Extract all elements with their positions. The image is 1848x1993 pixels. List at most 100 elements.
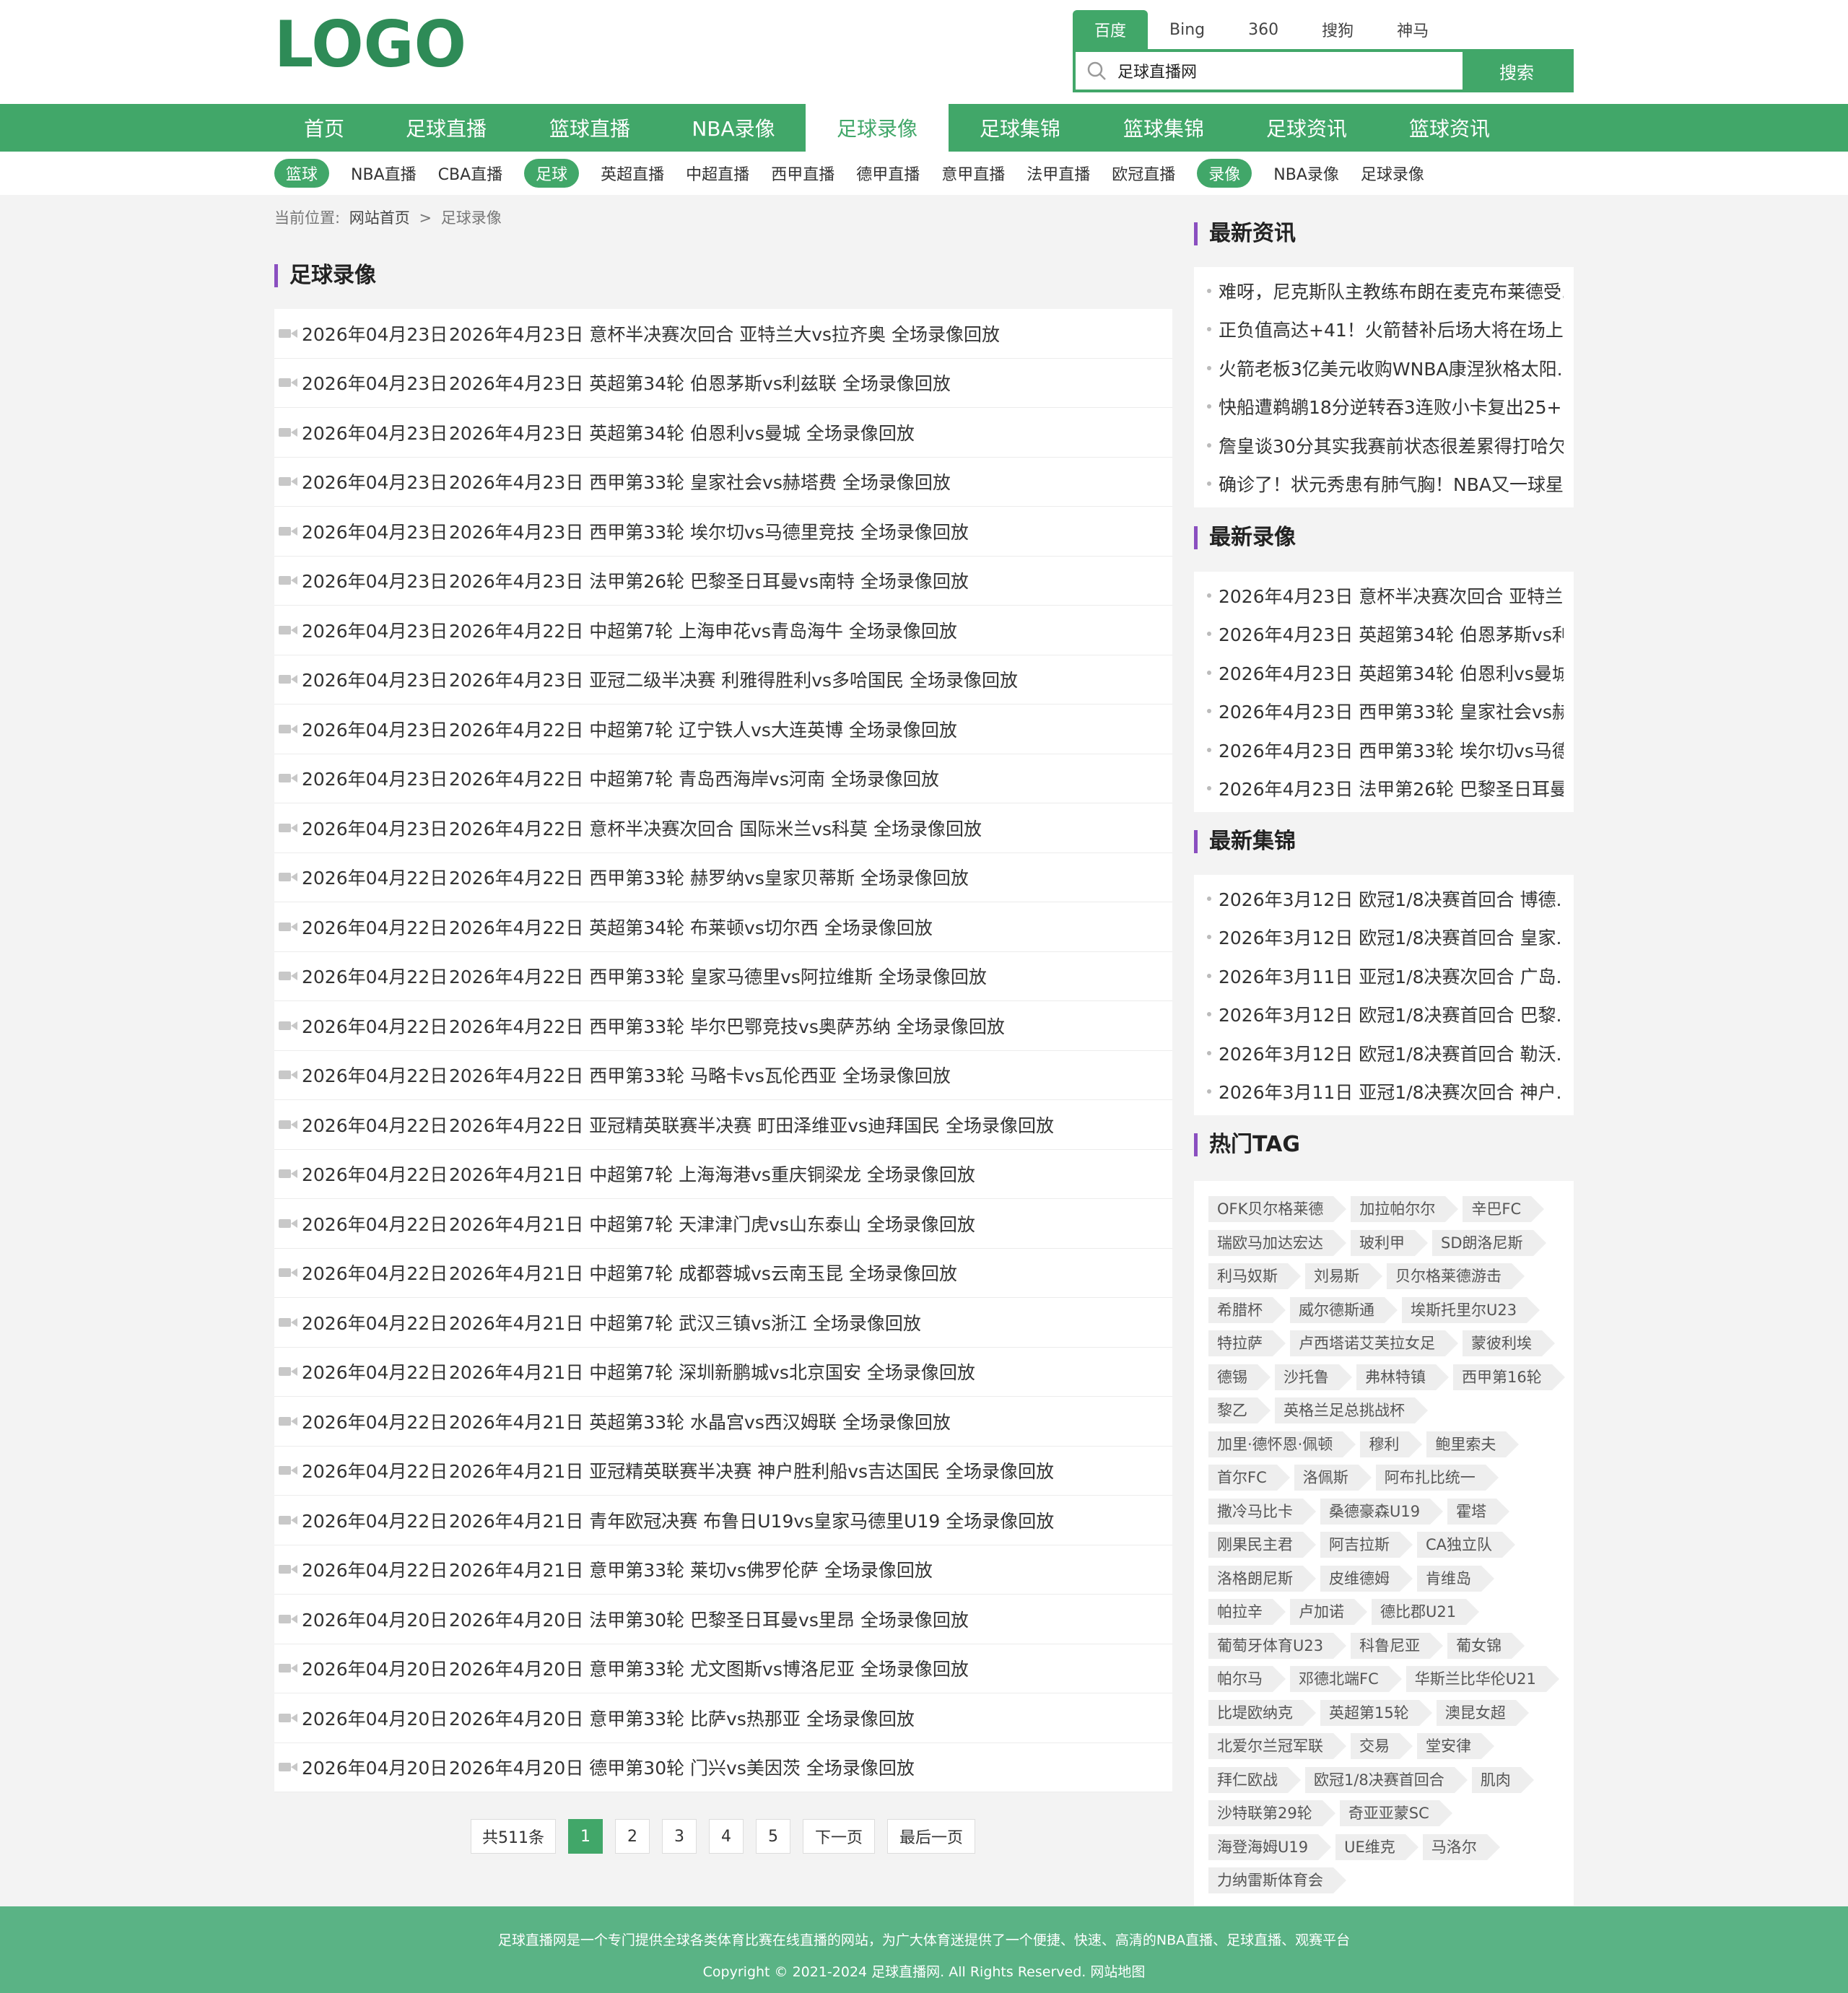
hot-tag[interactable]: CA独立队 xyxy=(1417,1532,1516,1558)
hot-tag[interactable]: 英超第15轮 xyxy=(1320,1699,1432,1726)
video-title[interactable]: 2026年4月23日 亚冠二级半决赛 利雅得胜利vs多哈国民 全场录像回放 xyxy=(449,666,1018,692)
hot-tag[interactable]: 希腊杯 xyxy=(1208,1296,1286,1323)
hot-tag[interactable]: 北爱尔兰冠军联 xyxy=(1208,1733,1346,1760)
sidebar-list-item[interactable]: 2026年4月23日 意杯半决赛次回合 亚特兰... xyxy=(1207,576,1564,615)
hot-tag[interactable]: 帕拉辛 xyxy=(1208,1599,1286,1626)
video-title[interactable]: 2026年4月23日 西甲第33轮 埃尔切vs马德里竞技 全场录像回放 xyxy=(449,518,969,544)
video-title[interactable]: 2026年4月20日 意甲第33轮 尤文图斯vs博洛尼亚 全场录像回放 xyxy=(449,1655,969,1681)
main-nav-item[interactable]: NBA录像 xyxy=(661,104,806,152)
video-row[interactable]: 2026年04月20日 2026年4月20日 意甲第33轮 尤文图斯vs博洛尼亚 … xyxy=(274,1644,1172,1693)
video-row[interactable]: 2026年04月22日 2026年4月22日 亚冠精英联赛半决赛 町田泽维亚vs迪… xyxy=(274,1100,1172,1150)
sub-nav-link[interactable]: 西甲直播 xyxy=(771,162,834,185)
video-title[interactable]: 2026年4月22日 西甲第33轮 毕尔巴鄂竞技vs奥萨苏纳 全场录像回放 xyxy=(449,1013,1005,1039)
main-nav-item[interactable]: 篮球集锦 xyxy=(1091,104,1236,152)
video-row[interactable]: 2026年04月23日 2026年4月22日 中超第7轮 上海申花vs青岛海牛 全… xyxy=(274,606,1172,655)
hot-tag[interactable]: 奇亚亚蒙SC xyxy=(1339,1800,1452,1827)
hot-tag[interactable]: 霍塔 xyxy=(1447,1498,1510,1525)
search-engine-tab[interactable]: Bing xyxy=(1148,10,1226,49)
hot-tag[interactable]: 葡女锦 xyxy=(1447,1632,1525,1659)
hot-tag[interactable]: 加里·德怀恩·佩顿 xyxy=(1208,1431,1356,1457)
hot-tag[interactable]: OFK贝尔格莱德 xyxy=(1208,1196,1347,1223)
video-title[interactable]: 2026年4月21日 亚冠精英联赛半决赛 神户胜利船vs吉达国民 全场录像回放 xyxy=(449,1457,1054,1483)
video-row[interactable]: 2026年04月22日 2026年4月22日 西甲第33轮 皇家马德里vs阿拉维斯… xyxy=(274,952,1172,1001)
sub-nav-link[interactable]: 欧冠直播 xyxy=(1112,162,1175,185)
hot-tag[interactable]: 邓德北端FC xyxy=(1290,1666,1402,1693)
video-title[interactable]: 2026年4月22日 西甲第33轮 赫罗纳vs皇家贝蒂斯 全场录像回放 xyxy=(449,864,969,890)
sub-nav-link[interactable]: CBA直播 xyxy=(438,162,503,185)
hot-tag[interactable]: 海登海姆U19 xyxy=(1208,1833,1332,1860)
hot-tag[interactable]: 洛格朗尼斯 xyxy=(1208,1565,1316,1592)
sidebar-list-item[interactable]: 2026年3月11日 亚冠1/8决赛次回合 广岛... xyxy=(1207,956,1564,995)
video-row[interactable]: 2026年04月22日 2026年4月22日 西甲第33轮 毕尔巴鄂竞技vs奥萨苏… xyxy=(274,1001,1172,1051)
hot-tag[interactable]: 沙托鲁 xyxy=(1275,1364,1352,1390)
video-title[interactable]: 2026年4月23日 英超第34轮 伯恩利vs曼城 全场录像回放 xyxy=(449,419,915,445)
sidebar-list-item[interactable]: 2026年3月11日 亚冠1/8决赛次回合 神户... xyxy=(1207,1073,1564,1112)
video-title[interactable]: 2026年4月22日 英超第34轮 布莱顿vs切尔西 全场录像回放 xyxy=(449,914,933,940)
video-row[interactable]: 2026年04月23日 2026年4月23日 英超第34轮 伯恩利vs曼城 全场录… xyxy=(274,408,1172,458)
video-row[interactable]: 2026年04月20日 2026年4月20日 意甲第33轮 比萨vs热那亚 全场录… xyxy=(274,1693,1172,1743)
video-row[interactable]: 2026年04月20日 2026年4月20日 法甲第30轮 巴黎圣日耳曼vs里昂 … xyxy=(274,1595,1172,1644)
video-title[interactable]: 2026年4月23日 法甲第26轮 巴黎圣日耳曼vs南特 全场录像回放 xyxy=(449,567,969,593)
hot-tag[interactable]: 科鲁尼亚 xyxy=(1351,1632,1444,1659)
video-title[interactable]: 2026年4月20日 德甲第30轮 门兴vs美因茨 全场录像回放 xyxy=(449,1754,915,1780)
video-title[interactable]: 2026年4月22日 亚冠精英联赛半决赛 町田泽维亚vs迪拜国民 全场录像回放 xyxy=(449,1112,1054,1138)
main-nav-item[interactable]: 篮球资讯 xyxy=(1377,104,1522,152)
video-row[interactable]: 2026年04月23日 2026年4月23日 亚冠二级半决赛 利雅得胜利vs多哈国… xyxy=(274,655,1172,705)
hot-tag[interactable]: 威尔德斯通 xyxy=(1290,1296,1398,1323)
hot-tag[interactable]: 英格兰足总挑战杯 xyxy=(1275,1397,1428,1424)
pagination-next[interactable]: 下一页 xyxy=(803,1819,875,1854)
hot-tag[interactable]: 交易 xyxy=(1351,1733,1413,1760)
sub-nav-link[interactable]: 足球录像 xyxy=(1361,162,1424,185)
hot-tag[interactable]: 澳昆女超 xyxy=(1436,1699,1529,1726)
pagination-page[interactable]: 3 xyxy=(662,1819,697,1854)
video-row[interactable]: 2026年04月22日 2026年4月22日 西甲第33轮 赫罗纳vs皇家贝蒂斯 … xyxy=(274,853,1172,902)
sidebar-list-item[interactable]: 2026年4月23日 英超第34轮 伯恩利vs曼城... xyxy=(1207,653,1564,692)
hot-tag[interactable]: 利马奴斯 xyxy=(1208,1263,1301,1290)
sidebar-list-item[interactable]: 2026年3月12日 欧冠1/8决赛首回合 博德... xyxy=(1207,879,1564,918)
video-row[interactable]: 2026年04月23日 2026年4月23日 英超第34轮 伯恩茅斯vs利兹联 全… xyxy=(274,359,1172,408)
video-title[interactable]: 2026年4月21日 青年欧冠决赛 布鲁日U19vs皇家马德里U19 全场录像回… xyxy=(449,1507,1054,1533)
sidebar-list-item[interactable]: 快船遭鹈鹕18分逆转吞3连败小卡复出25+... xyxy=(1207,388,1564,427)
hot-tag[interactable]: 埃斯托里尔U23 xyxy=(1402,1296,1540,1323)
hot-tag[interactable]: 力纳雷斯体育会 xyxy=(1208,1867,1346,1894)
pagination-last[interactable]: 最后一页 xyxy=(887,1819,975,1854)
video-title[interactable]: 2026年4月23日 意杯半决赛次回合 亚特兰大vs拉齐奥 全场录像回放 xyxy=(449,320,1000,346)
sidebar-list-item[interactable]: 2026年4月23日 法甲第26轮 巴黎圣日耳曼... xyxy=(1207,769,1564,808)
hot-tag[interactable]: 卢西塔诺艾芙拉女足 xyxy=(1290,1330,1458,1357)
sidebar-list-item[interactable]: 2026年4月23日 英超第34轮 伯恩茅斯vs利... xyxy=(1207,615,1564,654)
sub-nav-link[interactable]: 中超直播 xyxy=(686,162,749,185)
video-row[interactable]: 2026年04月23日 2026年4月23日 法甲第26轮 巴黎圣日耳曼vs南特 … xyxy=(274,557,1172,606)
video-row[interactable]: 2026年04月23日 2026年4月23日 西甲第33轮 埃尔切vs马德里竞技 … xyxy=(274,507,1172,557)
hot-tag[interactable]: 欧冠1/8决赛首回合 xyxy=(1305,1766,1468,1793)
hot-tag[interactable]: 辛巴FC xyxy=(1463,1196,1544,1223)
sidebar-list-item[interactable]: 2026年3月12日 欧冠1/8决赛首回合 勒沃... xyxy=(1207,1034,1564,1073)
hot-tag[interactable]: 首尔FC xyxy=(1208,1465,1290,1491)
video-title[interactable]: 2026年4月22日 中超第7轮 上海申花vs青岛海牛 全场录像回放 xyxy=(449,617,957,643)
video-row[interactable]: 2026年04月22日 2026年4月21日 英超第33轮 水晶宫vs西汉姆联 全… xyxy=(274,1397,1172,1447)
video-row[interactable]: 2026年04月22日 2026年4月21日 意甲第33轮 莱切vs佛罗伦萨 全场… xyxy=(274,1545,1172,1595)
pagination-page[interactable]: 2 xyxy=(615,1819,650,1854)
search-button[interactable]: 搜索 xyxy=(1463,52,1571,90)
search-engine-tab[interactable]: 360 xyxy=(1226,10,1300,49)
sub-nav-link[interactable]: NBA录像 xyxy=(1273,162,1339,185)
hot-tag[interactable]: 蒙彼利埃 xyxy=(1463,1330,1555,1357)
sidebar-list-item[interactable]: 詹皇谈30分其实我赛前状态很差累得打哈欠... xyxy=(1207,426,1564,465)
video-title[interactable]: 2026年4月21日 中超第7轮 深圳新鹏城vs北京国安 全场录像回放 xyxy=(449,1359,975,1384)
video-row[interactable]: 2026年04月23日 2026年4月23日 西甲第33轮 皇家社会vs赫塔费 全… xyxy=(274,458,1172,507)
hot-tag[interactable]: SD朗洛尼斯 xyxy=(1432,1229,1546,1256)
hot-tag[interactable]: 堂安律 xyxy=(1417,1733,1494,1760)
video-title[interactable]: 2026年4月20日 意甲第33轮 比萨vs热那亚 全场录像回放 xyxy=(449,1705,915,1731)
hot-tag[interactable]: 瑞欧马加达宏达 xyxy=(1208,1229,1346,1256)
hot-tag[interactable]: 德锡 xyxy=(1208,1364,1270,1390)
video-title[interactable]: 2026年4月22日 西甲第33轮 皇家马德里vs阿拉维斯 全场录像回放 xyxy=(449,963,987,989)
main-nav-item[interactable]: 足球资讯 xyxy=(1236,104,1377,152)
hot-tag[interactable]: 帕尔马 xyxy=(1208,1666,1286,1693)
hot-tag[interactable]: 玻利甲 xyxy=(1351,1229,1428,1256)
video-row[interactable]: 2026年04月23日 2026年4月22日 中超第7轮 辽宁铁人vs大连英博 全… xyxy=(274,705,1172,754)
hot-tag[interactable]: 华斯兰比华伦U21 xyxy=(1405,1666,1559,1693)
main-nav-item[interactable]: 足球直播 xyxy=(374,104,518,152)
video-row[interactable]: 2026年04月20日 2026年4月20日 德甲第30轮 门兴vs美因茨 全场录… xyxy=(274,1743,1172,1792)
video-row[interactable]: 2026年04月23日 2026年4月22日 中超第7轮 青岛西海岸vs河南 全场… xyxy=(274,754,1172,803)
video-title[interactable]: 2026年4月23日 西甲第33轮 皇家社会vs赫塔费 全场录像回放 xyxy=(449,468,951,494)
main-nav-item[interactable]: 足球集锦 xyxy=(949,104,1091,152)
